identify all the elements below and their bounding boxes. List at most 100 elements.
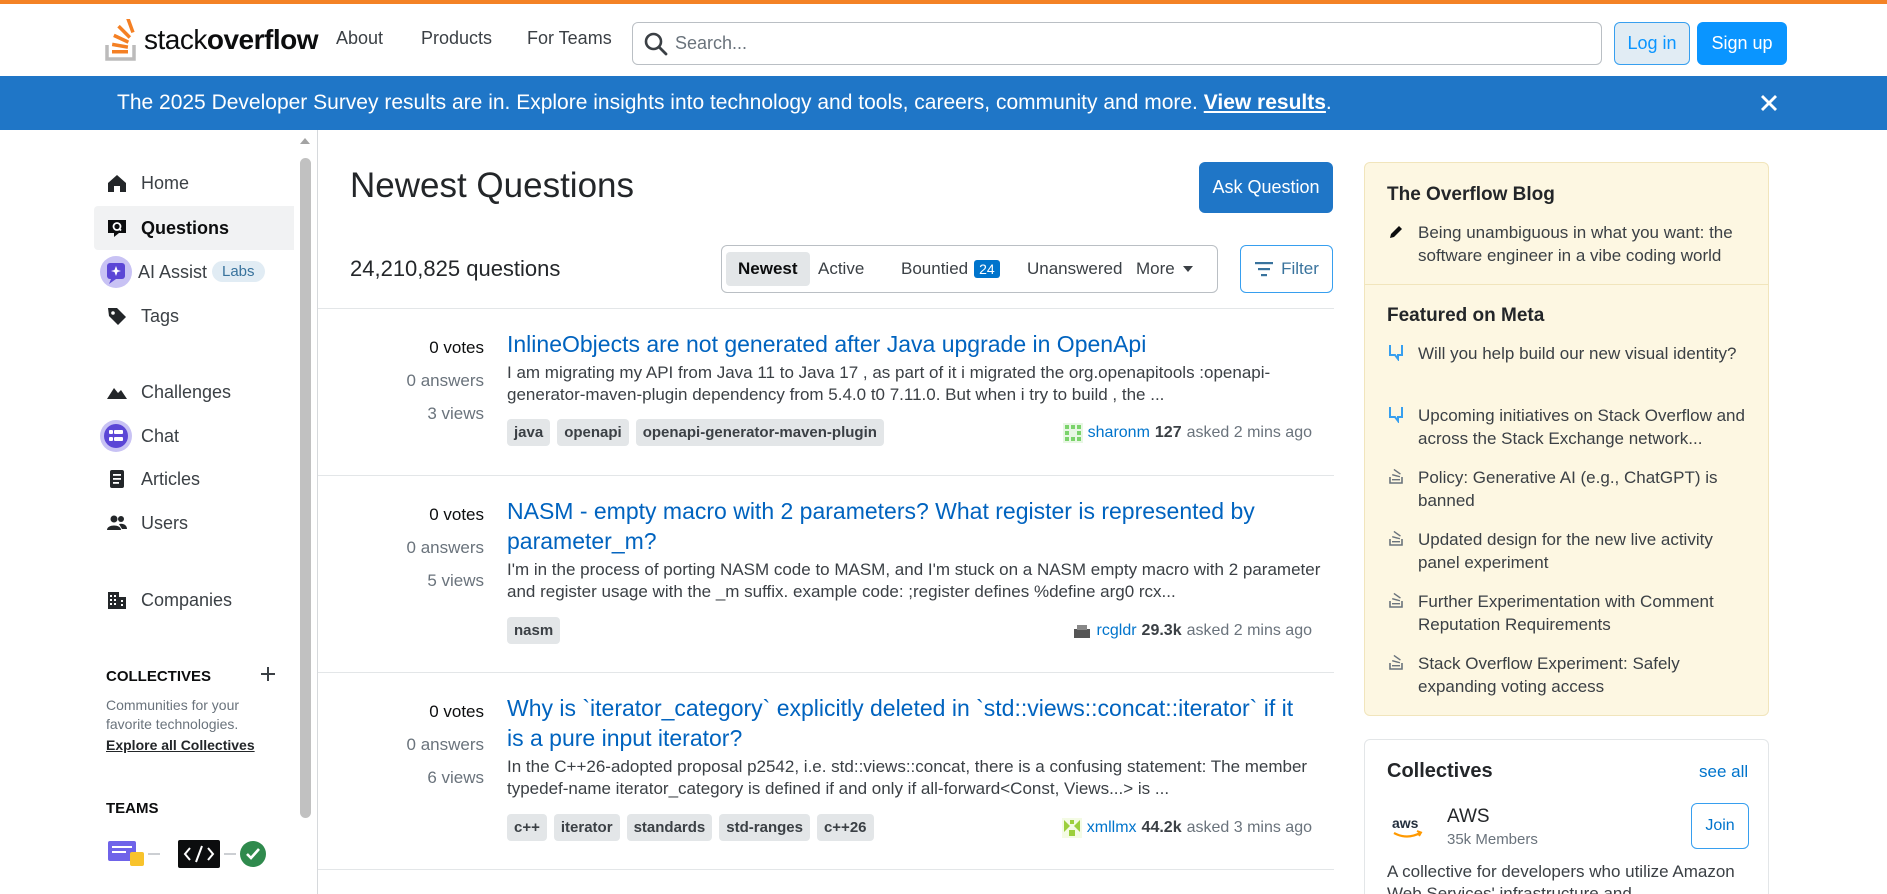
blog-post-link[interactable]: Being unambiguous in what you want: the … (1418, 221, 1753, 267)
sidebar-item-companies[interactable]: Companies (94, 578, 294, 622)
tag-standards[interactable]: standards (626, 814, 713, 841)
filter-icon (1255, 262, 1274, 277)
filter-label: Filter (1281, 259, 1319, 278)
view-count: 5 views (427, 571, 484, 590)
nav-for-teams[interactable]: For Teams (527, 28, 612, 49)
banner-view-results-link[interactable]: View results (1204, 91, 1326, 114)
challenges-icon (107, 388, 127, 399)
sidebar-item-users[interactable]: Users (94, 501, 294, 545)
avatar[interactable] (1062, 423, 1083, 443)
sidebar-item-articles[interactable]: Articles (94, 457, 294, 501)
question-tags: nasm (507, 617, 561, 644)
sidebar-item-label: Companies (141, 590, 233, 610)
filter-button[interactable]: Filter (1240, 245, 1333, 293)
sidebar-item-label: Tags (141, 306, 180, 326)
top-bar: stackoverflow About Products For Teams L… (0, 0, 1887, 76)
login-button[interactable]: Log in (1614, 22, 1690, 65)
nav-products[interactable]: Products (421, 28, 492, 49)
meta-post-link[interactable]: Will you help build our new visual ident… (1418, 342, 1753, 365)
collectives-heading: COLLECTIVES (106, 668, 212, 685)
page-title: Newest Questions (350, 166, 635, 205)
sidebar-item-label: AI Assist (138, 262, 208, 282)
meta-post-link[interactable]: Stack Overflow Experiment: Safely expand… (1418, 652, 1753, 698)
sort-tabs: Newest Active Bountied 24 Unanswered More (721, 245, 1218, 293)
tab-more[interactable]: More (1124, 252, 1205, 286)
user-name-link[interactable]: xmllmx (1087, 819, 1137, 837)
collective-members: 35k Members (1447, 831, 1538, 848)
question-summary: 0 votes 0 answers 6 views Why is `iterat… (318, 672, 1334, 869)
answer-count: 0 answers (406, 538, 484, 557)
meta-post-link[interactable]: Policy: Generative AI (e.g., ChatGPT) is… (1418, 466, 1753, 512)
close-icon[interactable] (1756, 90, 1782, 116)
users-icon (107, 515, 127, 530)
nav-about[interactable]: About (336, 28, 383, 49)
tag-cpp26[interactable]: c++26 (816, 814, 874, 841)
user-reputation: 44.2k (1141, 819, 1182, 836)
search-input[interactable] (675, 23, 1575, 64)
bounty-count-badge: 24 (974, 260, 1000, 278)
meta-chat-icon (1389, 345, 1403, 361)
sidebar-item-questions[interactable]: Questions (94, 206, 294, 250)
tab-newest[interactable]: Newest (726, 252, 810, 286)
tag-openapi-generator-maven-plugin[interactable]: openapi-generator-maven-plugin (635, 419, 884, 446)
vote-count: 0 votes (429, 338, 484, 357)
teams-heading: TEAMS (106, 800, 159, 817)
question-title-link[interactable]: Why is `iterator_category` explicitly de… (507, 693, 1297, 753)
asked-time: asked 2 mins ago (1186, 622, 1312, 639)
join-button[interactable]: Join (1691, 803, 1749, 849)
sidebar-item-ai-assist[interactable]: AI Assist Labs (94, 250, 294, 294)
collectives-widget: Collectives see all aws AWS 35k Members … (1364, 739, 1769, 894)
tag-std-ranges[interactable]: std-ranges (719, 814, 810, 841)
explore-collectives-link[interactable]: Explore all Collectives (106, 737, 255, 753)
scroll-up-icon[interactable] (296, 134, 314, 148)
meta-post-link[interactable]: Upcoming initiatives on Stack Overflow a… (1418, 404, 1753, 450)
sidebar-item-challenges[interactable]: Challenges (94, 370, 294, 414)
tag-nasm[interactable]: nasm (507, 617, 561, 644)
question-title-link[interactable]: InlineObjects are not generated after Ja… (507, 329, 1297, 359)
tab-active[interactable]: Active (806, 252, 876, 286)
meta-post-link[interactable]: Updated design for the new live activity… (1418, 528, 1753, 574)
aws-logo-icon[interactable]: aws (1391, 812, 1423, 842)
question-title-link[interactable]: NASM - empty macro with 2 parameters? Wh… (507, 496, 1297, 556)
avatar[interactable] (1071, 621, 1092, 641)
asked-time: asked 2 mins ago (1186, 424, 1312, 441)
tag-java[interactable]: java (507, 419, 551, 446)
stack-exchange-icon (1389, 654, 1403, 670)
sidebar-item-tags[interactable]: Tags (94, 294, 294, 338)
tag-iterator[interactable]: iterator (553, 814, 620, 841)
signup-button[interactable]: Sign up (1697, 22, 1787, 65)
blog-divider (1365, 284, 1768, 285)
ask-question-button[interactable]: Ask Question (1199, 162, 1333, 213)
avatar[interactable] (1061, 818, 1082, 838)
left-sidebar: Home Questions AI Assist Labs Tags Chall… (94, 130, 294, 894)
tab-bountied[interactable]: Bountied 24 (889, 252, 1012, 286)
vote-count: 0 votes (429, 702, 484, 721)
plus-icon[interactable] (260, 666, 276, 682)
user-name-link[interactable]: sharonm (1088, 424, 1150, 442)
user-name-link[interactable]: rcgldr (1097, 622, 1137, 640)
question-stats: 0 votes 0 answers 5 views (318, 498, 484, 597)
questions-icon (108, 220, 126, 237)
sidebar-item-label: Challenges (141, 382, 232, 402)
meta-post-link[interactable]: Further Experimentation with Comment Rep… (1418, 590, 1753, 636)
tab-unanswered[interactable]: Unanswered (1015, 252, 1134, 286)
tag-cpp[interactable]: c++ (507, 814, 547, 841)
collective-name-link[interactable]: AWS (1447, 806, 1490, 828)
question-tags: java openapi openapi-generator-maven-plu… (507, 419, 884, 446)
sidebar-item-home[interactable]: Home (94, 161, 294, 205)
see-all-link[interactable]: see all (1699, 762, 1748, 782)
banner-text: The 2025 Developer Survey results are in… (117, 91, 1332, 114)
tab-more-label: More (1136, 259, 1175, 278)
overflow-blog-widget: The Overflow Blog Being unambiguous in w… (1364, 162, 1769, 716)
sidebar-scroll-thumb[interactable] (300, 158, 311, 818)
chevron-down-icon (1182, 266, 1193, 272)
question-user-card: xmllmx 44.2k asked 3 mins ago (1061, 818, 1312, 838)
user-reputation: 127 (1154, 424, 1182, 441)
sidebar-item-label: Chat (141, 426, 180, 446)
sidebar-item-chat[interactable]: Chat (94, 414, 294, 458)
tag-openapi[interactable]: openapi (557, 419, 629, 446)
teams-illustration (108, 840, 266, 868)
stackoverflow-logo[interactable]: stackoverflow (104, 17, 319, 63)
chat-icon (100, 420, 132, 452)
sidebar-item-label: Articles (141, 469, 201, 489)
